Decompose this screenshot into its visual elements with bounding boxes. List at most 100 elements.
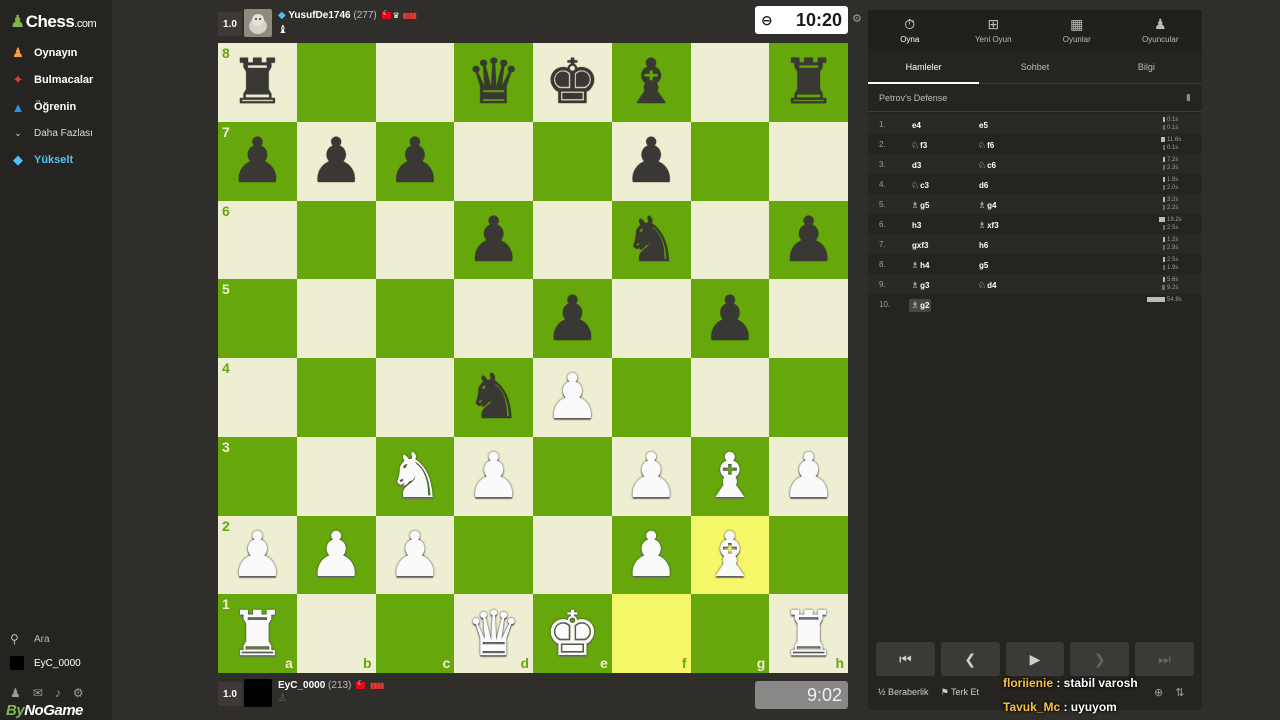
white-pawn-icon[interactable]: ♟ [466, 445, 522, 507]
square-h4[interactable] [769, 358, 848, 437]
square-d6[interactable]: ♟ [454, 200, 533, 280]
square-d2[interactable] [454, 515, 533, 595]
black-pawn-icon[interactable]: ♟ [623, 130, 679, 192]
sidebar-item-more[interactable]: ⌄ Daha Fazlası [0, 120, 112, 146]
first-move-button[interactable]: ⏮ [876, 642, 935, 676]
square-f7[interactable]: ♟ [611, 121, 691, 201]
white-pawn-icon[interactable]: ♟ [623, 523, 679, 586]
black-move[interactable]: e5 [976, 119, 990, 131]
resign-button[interactable]: ⚑ Terk Et [941, 687, 979, 698]
draw-button[interactable]: ½ Beraberlik [878, 687, 929, 698]
black-pawn-icon[interactable]: ♟ [387, 130, 443, 192]
flip-board-icon[interactable]: ⇅ [1175, 686, 1184, 699]
white-rook-icon[interactable]: ♜ [230, 602, 286, 665]
search-link[interactable]: ⚲ Ara [0, 632, 112, 646]
square-b5[interactable] [296, 279, 376, 358]
last-move-button[interactable]: ⏭ [1135, 642, 1194, 676]
square-c7[interactable]: ♟ [375, 121, 455, 201]
square-f1[interactable]: f [611, 594, 691, 673]
black-pawn-icon[interactable]: ♟ [230, 130, 286, 192]
square-b1[interactable]: b [296, 594, 376, 673]
white-bishop-icon[interactable]: ♝ [702, 523, 758, 586]
square-b2[interactable]: ♟ [296, 515, 376, 595]
square-b7[interactable]: ♟ [296, 121, 376, 201]
square-g2[interactable]: ♝ [690, 515, 770, 595]
square-b4[interactable] [296, 358, 376, 437]
black-move[interactable]: ♘c6 [976, 159, 998, 172]
sidebar-item-upgrade[interactable]: ◆ Yükselt [0, 147, 112, 173]
black-queen-icon[interactable]: ♛ [466, 51, 522, 113]
square-c8[interactable] [375, 43, 455, 122]
tab-info[interactable]: Bilgi [1091, 50, 1202, 83]
black-bishop-icon[interactable]: ♝ [623, 51, 679, 113]
white-king-icon[interactable]: ♚ [545, 602, 601, 665]
square-f5[interactable] [611, 279, 691, 358]
square-g7[interactable] [690, 121, 770, 201]
black-king-icon[interactable]: ♚ [545, 51, 601, 113]
square-e8[interactable]: ♚ [533, 43, 612, 122]
tab-new-game[interactable]: ⊞ Yeni Oyun [952, 10, 1036, 50]
tab-chat[interactable]: Sohbet [979, 50, 1090, 83]
square-h8[interactable]: ♜ [769, 43, 848, 122]
white-pawn-icon[interactable]: ♟ [387, 523, 443, 586]
top-player-name[interactable]: ◆ YusufDe1746 (277) ♛ ▮▮▮▮ [278, 9, 417, 21]
next-move-button[interactable]: ❯ [1070, 642, 1130, 676]
square-c3[interactable]: ♞ [375, 436, 455, 516]
black-move[interactable]: h6 [976, 239, 990, 251]
board-settings-icon[interactable]: ⚙ [852, 12, 862, 25]
square-h2[interactable] [769, 515, 848, 595]
square-g6[interactable] [690, 200, 770, 280]
square-e2[interactable] [533, 515, 612, 595]
white-pawn-icon[interactable]: ♟ [545, 366, 601, 428]
sidebar-item-puzzles[interactable]: ✦ Bulmacalar [0, 67, 112, 93]
square-b3[interactable] [296, 436, 376, 516]
black-move[interactable]: ♘d4 [976, 279, 998, 292]
white-move[interactable]: d3 [909, 159, 923, 171]
square-g8[interactable] [690, 43, 770, 122]
square-e7[interactable] [533, 121, 612, 201]
white-queen-icon[interactable]: ♛ [466, 602, 522, 665]
top-player-avatar[interactable] [244, 9, 272, 37]
white-rook-icon[interactable]: ♜ [781, 602, 837, 665]
square-h3[interactable]: ♟ [769, 436, 848, 516]
black-knight-icon[interactable]: ♞ [623, 208, 679, 271]
white-move[interactable]: ♘c3 [909, 179, 931, 192]
chess-com-logo[interactable]: ♟Chess.com [10, 12, 97, 32]
square-d7[interactable] [454, 121, 533, 201]
black-pawn-icon[interactable]: ♟ [466, 208, 522, 271]
square-f6[interactable]: ♞ [611, 200, 691, 280]
tab-games[interactable]: ▦ Oyunlar [1035, 10, 1119, 50]
black-knight-icon[interactable]: ♞ [466, 366, 522, 428]
black-pawn-icon[interactable]: ♟ [308, 130, 364, 192]
square-e4[interactable]: ♟ [533, 358, 612, 437]
black-move[interactable]: ♗g4 [976, 199, 998, 212]
square-b8[interactable] [296, 43, 376, 122]
square-d8[interactable]: ♛ [454, 43, 533, 122]
square-a5[interactable]: 5 [218, 279, 297, 358]
white-move[interactable]: e4 [909, 119, 923, 131]
chess-board[interactable]: 8 ♜ ♛ ♚ ♝ ♜ 7 ♟ ♟ ♟ ♟ 6 ♟ ♞ ♟ 5 ♟ ♟ 4 ♞ ♟ 3 ♞ ♟ ♟ ♝ ♟ 2 ♟ ♟ ♟ ♟ ♝ 1 a ♜ b c d ♛… [218, 43, 848, 673]
white-pawn-icon[interactable]: ♟ [230, 523, 286, 586]
white-pawn-icon[interactable]: ♟ [308, 523, 364, 586]
square-g1[interactable]: g [690, 594, 770, 673]
square-a7[interactable]: 7 ♟ [218, 121, 297, 201]
square-g4[interactable] [690, 358, 770, 437]
square-f2[interactable]: ♟ [611, 515, 691, 595]
previous-move-button[interactable]: ❮ [940, 642, 1000, 676]
square-f3[interactable]: ♟ [611, 436, 691, 516]
square-e1[interactable]: e ♚ [533, 594, 612, 673]
square-e3[interactable] [533, 436, 612, 516]
square-h1[interactable]: h ♜ [769, 594, 848, 673]
user-profile-link[interactable]: EyC_0000 [0, 656, 112, 670]
square-a2[interactable]: 2 ♟ [218, 515, 297, 595]
black-move[interactable]: d6 [976, 179, 990, 191]
black-rook-icon[interactable]: ♜ [781, 51, 837, 113]
black-pawn-icon[interactable]: ♟ [545, 287, 601, 350]
square-b6[interactable] [296, 200, 376, 280]
square-f4[interactable] [611, 358, 691, 437]
white-knight-icon[interactable]: ♞ [387, 445, 443, 507]
square-c1[interactable]: c [375, 594, 455, 673]
square-a1[interactable]: 1 a ♜ [218, 594, 297, 673]
square-h6[interactable]: ♟ [769, 200, 848, 280]
square-h7[interactable] [769, 121, 848, 201]
